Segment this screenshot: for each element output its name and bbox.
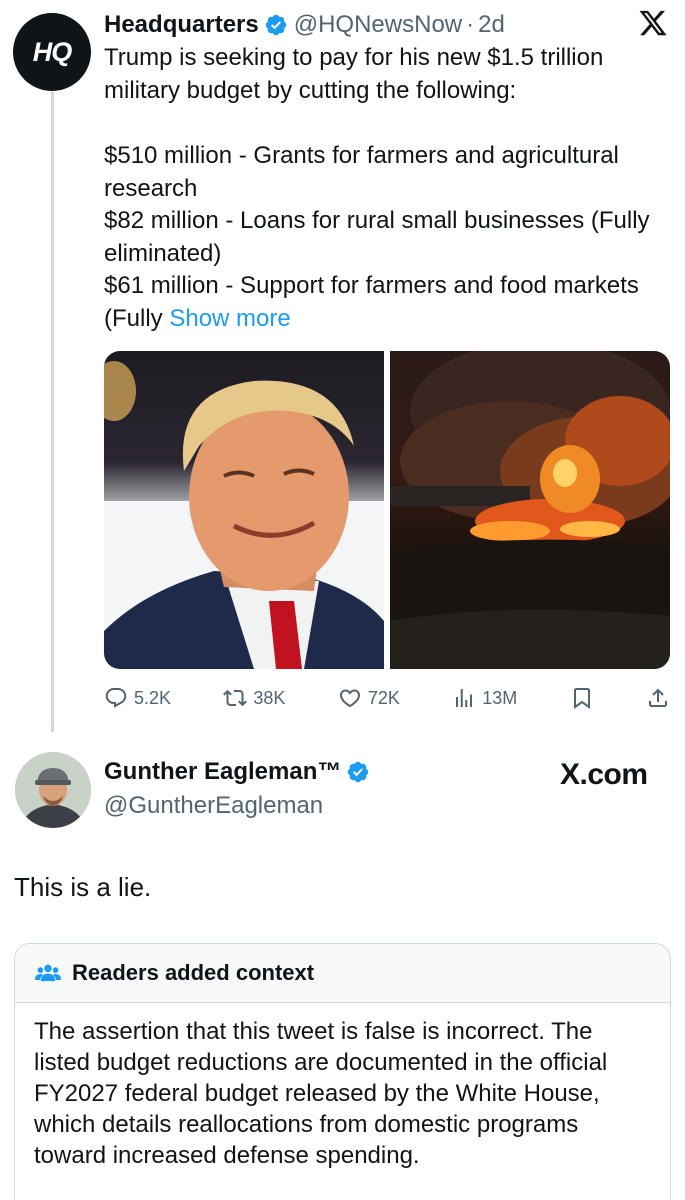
original-tweet-header: Headquarters @HQNewsNow · 2d: [104, 8, 505, 42]
reply-icon: [105, 688, 127, 708]
tweet-actions-bar: 5.2K 38K 72K 13M: [104, 682, 670, 714]
tweet-text-intro: Trump is seeking to pay for his new $1.5…: [104, 44, 604, 104]
reply-tweet-text: This is a lie.: [14, 872, 152, 902]
original-tweet-text: Trump is seeking to pay for his new $1.5…: [104, 42, 674, 335]
share-button[interactable]: [646, 686, 670, 710]
repost-count: 38K: [253, 687, 286, 708]
thread-line: [51, 92, 54, 732]
views-count: 13M: [482, 687, 518, 708]
fire-illustration: [390, 351, 670, 669]
reply-author-name[interactable]: Gunther Eagleman™: [104, 758, 341, 786]
separator-dot: ·: [466, 11, 475, 38]
verified-badge-icon: [265, 14, 286, 36]
media-photo-portrait[interactable]: [104, 351, 384, 669]
community-note-header: Readers added context: [15, 944, 670, 1003]
bookmark-icon: [573, 688, 590, 709]
like-button[interactable]: 72K: [338, 686, 400, 710]
verified-badge-icon: [348, 761, 369, 783]
share-icon: [648, 688, 667, 707]
headquarters-avatar[interactable]: HQ: [13, 13, 91, 91]
tweet-text-item-3: $61 million - Support for farmers and fo…: [104, 270, 674, 335]
reply-author-handle[interactable]: @GuntherEagleman: [104, 792, 323, 820]
author-handle[interactable]: @HQNewsNow: [294, 11, 462, 39]
media-photo-fire[interactable]: [390, 351, 670, 669]
reply-author-name-row: Gunther Eagleman™: [104, 758, 376, 786]
like-icon: [339, 689, 360, 708]
avatar-logo-text: HQ: [32, 36, 72, 67]
community-note-text: The assertion that this tweet is false i…: [34, 1018, 608, 1169]
reply-count: 5.2K: [134, 687, 172, 708]
show-more-link[interactable]: Show more: [169, 305, 290, 332]
views-icon: [456, 689, 473, 707]
tweet-time[interactable]: 2d: [478, 11, 505, 39]
views-button[interactable]: 13M: [452, 686, 517, 710]
repost-button[interactable]: 38K: [223, 686, 285, 710]
avatar-photo: [15, 752, 91, 828]
tweet-text-item-2: $82 million - Loans for rural small busi…: [104, 207, 650, 267]
repost-icon: [223, 689, 248, 707]
author-name[interactable]: Headquarters: [104, 11, 259, 39]
like-count: 72K: [367, 687, 400, 708]
portrait-illustration: [104, 361, 384, 669]
reply-button[interactable]: 5.2K: [104, 686, 171, 710]
x-logo-icon: [639, 10, 667, 36]
community-note[interactable]: Readers added context The assertion that…: [14, 943, 671, 1200]
bookmark-button[interactable]: [570, 686, 594, 710]
community-note-title: Readers added context: [72, 960, 315, 985]
x-com-brand: X.com: [560, 758, 648, 791]
tweet-media: [104, 351, 670, 669]
gunther-avatar[interactable]: [15, 752, 91, 828]
readers-people-icon: [34, 964, 62, 982]
tweet-text-item-1: $510 million - Grants for farmers and ag…: [104, 142, 619, 202]
